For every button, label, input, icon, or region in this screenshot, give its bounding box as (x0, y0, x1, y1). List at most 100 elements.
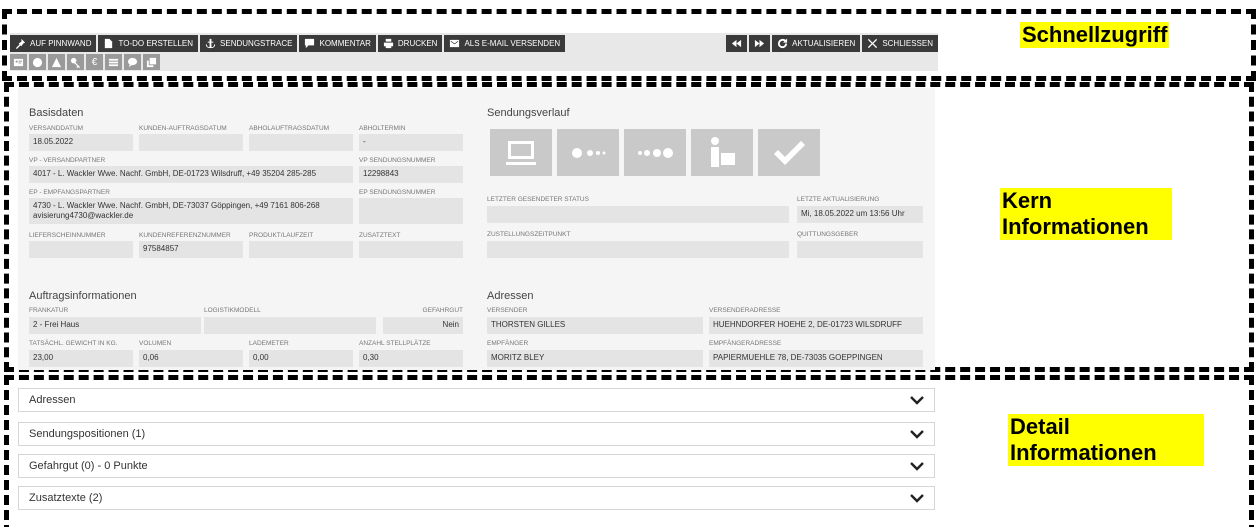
dots-icon (624, 129, 686, 176)
letzter-status-label: LETZTER GESENDETER STATUS (487, 196, 589, 203)
frankatur-label: FRANKATUR (29, 307, 69, 314)
zustellungszeitpunkt-label: ZUSTELLUNGSZEITPUNKT (487, 231, 571, 238)
accordion-sendungspositionen[interactable]: Sendungspositionen (1) (18, 422, 935, 446)
versanddatum-label: VERSANDDATUM (29, 125, 84, 132)
delivery-person-icon (691, 129, 753, 176)
computer-icon (490, 129, 552, 176)
kundenauftragsdatum-field[interactable] (139, 134, 243, 151)
chevron-down-icon (910, 396, 924, 405)
basisdaten-title: Basisdaten (29, 107, 84, 119)
send-email-label: ALS E-MAIL VERSENDEN (464, 39, 561, 48)
comment-icon (305, 38, 315, 49)
gefahrgut-label: GEFAHRGUT (422, 307, 463, 314)
versenderadresse-field[interactable]: HUEHNDORFER HOEHE 2, DE-01723 WILSDRUFF (709, 317, 923, 334)
comment-button[interactable]: KOMMENTAR (299, 35, 376, 52)
chevron-down-icon (910, 494, 924, 503)
stellplaetze-field[interactable]: 0,30 (359, 350, 463, 367)
vp-nr-field[interactable]: 12298843 (359, 166, 463, 183)
sendungsverlauf-title: Sendungsverlauf (487, 107, 570, 119)
quittungsgeber-label: QUITTUNGSGEBER (797, 231, 859, 238)
zusatztext-field[interactable] (359, 241, 463, 258)
versender-label: VERSENDER (487, 307, 528, 314)
abholauftragsdatum-field[interactable] (249, 134, 353, 151)
ep-nr-field[interactable] (359, 198, 463, 224)
chat-icon[interactable] (124, 54, 141, 70)
vp-label: VP - VERSANDPARTNER (29, 157, 106, 164)
lieferschein-field[interactable] (29, 241, 133, 258)
versender-field[interactable]: THORSTEN GILLES (487, 317, 703, 334)
lieferschein-label: LIEFERSCHEINNUMMER (29, 232, 106, 239)
chevron-down-icon (910, 430, 924, 439)
refresh-label: AKTUALISIEREN (792, 39, 856, 48)
volumen-label: VOLUMEN (139, 340, 172, 347)
gefahrgut-field[interactable]: Nein (383, 317, 463, 334)
accordion-zusatztexte[interactable]: Zusatztexte (2) (18, 486, 935, 510)
zusatztext-label: ZUSATZTEXT (359, 232, 401, 239)
previous-button[interactable] (726, 35, 748, 52)
kundenref-label: KUNDENREFERENZNUMMER (139, 232, 231, 239)
abholauftragsdatum-label: ABHOLAUFTRAGSDATUM (249, 125, 330, 132)
pin-board-label: AUF PINNWAND (30, 39, 92, 48)
stellplaetze-label: ANZAHL STELLPLÄTZE (359, 340, 431, 347)
logistikmodell-label: LOGISTIKMODELL (204, 307, 261, 314)
quittungsgeber-field[interactable] (797, 241, 923, 258)
close-button[interactable]: SCHLIESSEN (862, 35, 938, 52)
zustellungszeitpunkt-field[interactable] (487, 241, 789, 258)
ep-field[interactable]: 4730 - L. Wackler Wwe. Nachf. GmbH, DE-7… (29, 198, 353, 224)
forward-icon (755, 39, 765, 48)
address-card-icon[interactable] (10, 54, 27, 70)
kundenref-field[interactable]: 97584857 (139, 241, 243, 258)
document-icon (105, 38, 113, 49)
dots-partial-icon (557, 129, 619, 176)
accordion-gefahrgut-label: Gefahrgut (0) - 0 Punkte (29, 460, 148, 472)
gewicht-label: TATSÄCHL. GEWICHT IN KG. (29, 340, 118, 347)
produkt-field[interactable] (249, 241, 353, 258)
empfaengeradresse-label: EMPFÄNGERADRESSE (709, 340, 782, 347)
accordion-zusatztexte-label: Zusatztexte (2) (29, 492, 103, 504)
annotation-detail-info: Detail Informationen (1008, 414, 1204, 466)
anchor-icon (205, 38, 216, 49)
produkt-label: PRODUKT/LAUFZEIT (249, 232, 314, 239)
print-button[interactable]: DRUCKEN (377, 35, 443, 52)
todo-create-button[interactable]: TO-DO ERSTELLEN (98, 35, 199, 52)
next-button[interactable] (749, 35, 771, 52)
volumen-field[interactable]: 0,06 (139, 350, 243, 367)
close-label: SCHLIESSEN (882, 39, 933, 48)
versanddatum-field[interactable]: 18.05.2022 (29, 134, 133, 151)
versenderadresse-label: VERSENDERADRESSE (709, 307, 781, 314)
checkmark-icon (758, 129, 820, 176)
vp-field[interactable]: 4017 - L. Wackler Wwe. Nachf. GmbH, DE-0… (29, 166, 353, 183)
accordion-adressen[interactable]: Adressen (18, 388, 935, 412)
letzter-status-field[interactable] (487, 206, 789, 223)
euro-icon[interactable]: € (86, 54, 103, 70)
core-info-panel: Basisdaten VERSANDDATUM 18.05.2022 KUNDE… (18, 88, 935, 370)
abholtermin-label: ABHOLTERMIN (359, 125, 406, 132)
ep-label: EP - EMPFANGSPARTNER (29, 189, 110, 196)
globe-icon[interactable] (29, 54, 46, 70)
pin-icon (15, 38, 26, 49)
logistikmodell-field[interactable] (204, 317, 376, 334)
accordion-sendungspositionen-label: Sendungspositionen (1) (29, 428, 146, 440)
shipment-trace-button[interactable]: SENDUNGSTRACE (200, 35, 298, 52)
warning-icon[interactable] (48, 54, 65, 70)
frankatur-field[interactable]: 2 - Frei Haus (29, 317, 201, 334)
rewind-icon (732, 39, 742, 48)
send-email-button[interactable]: ALS E-MAIL VERSENDEN (444, 35, 566, 52)
comment-label: KOMMENTAR (319, 39, 371, 48)
letzte-aktualisierung-field[interactable]: Mi, 18.05.2022 um 13:56 Uhr (797, 206, 923, 223)
pin-board-button[interactable]: AUF PINNWAND (10, 35, 97, 52)
gewicht-field[interactable]: 23,00 (29, 350, 133, 367)
copy-icon[interactable] (143, 54, 160, 70)
list-icon[interactable] (105, 54, 122, 70)
chevron-down-icon (910, 462, 924, 471)
lademeter-label: LADEMETER (249, 340, 289, 347)
toolbar: AUF PINNWAND TO-DO ERSTELLEN SENDUNGSTRA… (10, 33, 938, 71)
lademeter-field[interactable]: 0,00 (249, 350, 353, 367)
refresh-button[interactable]: AKTUALISIEREN (772, 35, 861, 52)
abholtermin-field[interactable]: - (359, 134, 463, 151)
key-icon[interactable] (67, 54, 84, 70)
status-icon-row (490, 129, 820, 176)
empfaenger-field[interactable]: MORITZ BLEY (487, 350, 703, 367)
accordion-gefahrgut[interactable]: Gefahrgut (0) - 0 Punkte (18, 454, 935, 478)
empfaengeradresse-field[interactable]: PAPIERMUEHLE 78, DE-73035 GOEPPINGEN (709, 350, 923, 367)
